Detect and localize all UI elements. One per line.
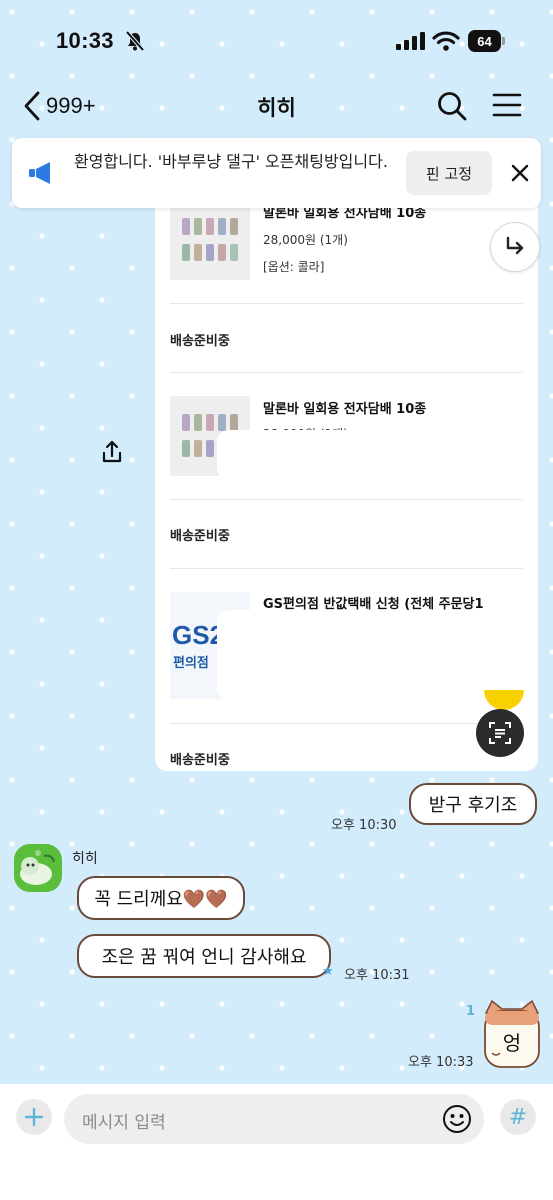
text-scan-icon — [489, 722, 511, 744]
search-icon — [438, 92, 467, 121]
product-name: 말론바 일회용 전자담배 10종 — [263, 402, 427, 417]
smiley-icon — [443, 1105, 471, 1133]
clock: 10:33 — [56, 28, 114, 53]
divider — [170, 372, 523, 373]
add-attachment-button[interactable] — [16, 1099, 52, 1135]
divider — [170, 568, 523, 569]
divider — [170, 723, 523, 724]
reply-button[interactable] — [490, 222, 540, 272]
hamburger-icon — [492, 93, 522, 117]
avatar[interactable] — [14, 844, 62, 892]
product-price: 28,000원 (1개) — [263, 233, 348, 247]
cat-emoticon[interactable]: 엉 — [482, 999, 542, 1069]
text-scan-button[interactable] — [476, 709, 524, 757]
hash-icon: # — [508, 1104, 528, 1130]
divider — [170, 303, 523, 304]
product-name: GS편의점 반값택배 신청 (전체 주문당1 — [263, 597, 484, 612]
shipping-status: 배송준비중 — [170, 334, 230, 349]
reply-arrow-icon — [506, 236, 524, 255]
notice-text: 환영합니다. '바부루냥 댈구' 오픈채팅방입니다. — [74, 152, 388, 171]
product-option: [옵션: 콜라] — [263, 260, 325, 274]
shipping-status: 배송준비중 — [170, 529, 230, 544]
message-input-placeholder: 메시지 입력 — [82, 1113, 166, 1133]
hashtag-button[interactable]: # — [500, 1099, 536, 1135]
shipping-status: 배송준비중 — [170, 753, 230, 768]
message-time: 오후 10:33 — [408, 1055, 474, 1070]
unread-count: 1 — [466, 1004, 476, 1019]
sender-name: 히히 — [72, 851, 98, 867]
message-time: 오후 10:31 — [344, 968, 410, 983]
notice-banner[interactable]: 환영합니다. '바부루냥 댈구' 오픈채팅방입니다. 핀 고정 — [12, 138, 541, 208]
chat-title: 히히 — [257, 96, 296, 120]
chat-header: 999+ 히히 — [0, 82, 553, 132]
received-message-bubble[interactable]: 조은 꿈 꿔여 언니 감사해요 — [77, 934, 331, 978]
divider — [170, 499, 523, 500]
plus-icon — [24, 1107, 44, 1127]
menu-button[interactable] — [492, 92, 522, 122]
pin-button[interactable]: 핀 고정 — [406, 151, 492, 195]
signal-icon — [396, 32, 426, 54]
battery-icon: 64 — [468, 30, 506, 52]
order-card[interactable]: 말론바 일회용 전자담배 10종 28,000원 (1개) [옵션: 콜라] 배… — [155, 180, 538, 771]
battery-level: 64 — [468, 30, 501, 52]
product-image — [170, 200, 250, 280]
share-icon — [102, 440, 122, 463]
message-input-bar: 메시지 입력 # — [0, 1084, 553, 1200]
emoticon-button[interactable] — [442, 1104, 472, 1138]
wifi-icon — [432, 30, 460, 56]
close-notice-button[interactable] — [509, 162, 531, 188]
search-button[interactable] — [436, 90, 468, 126]
message-time: 오후 10:30 — [331, 818, 397, 833]
star-reaction-icon: ★ — [322, 964, 334, 979]
status-bar: 10:33 64 — [0, 0, 553, 80]
share-button[interactable] — [96, 436, 128, 468]
emoticon-text: 엉 — [502, 1031, 522, 1055]
received-message-bubble[interactable]: 꼭 드리께요🤎🤎 — [77, 876, 245, 920]
my-message-bubble[interactable]: 받구 후기조 — [409, 783, 537, 825]
close-icon — [511, 164, 529, 182]
message-input[interactable]: 메시지 입력 — [64, 1094, 484, 1144]
megaphone-icon — [28, 160, 54, 190]
bell-muted-icon — [124, 30, 146, 56]
